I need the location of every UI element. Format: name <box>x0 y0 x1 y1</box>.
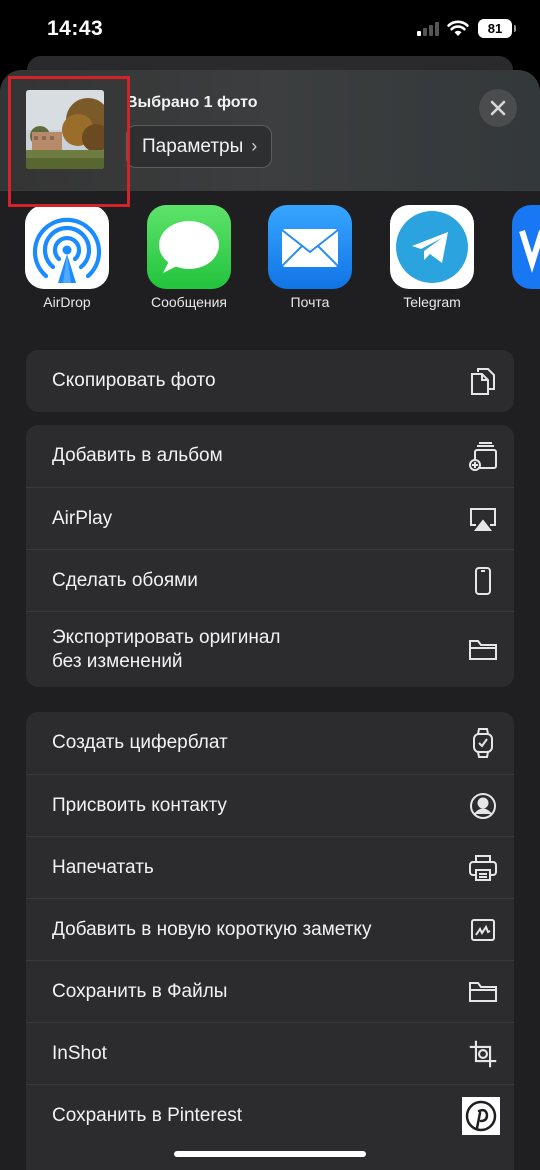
messages-icon <box>147 205 231 289</box>
wifi-icon <box>447 20 469 36</box>
action-label: InShot <box>52 1042 107 1064</box>
share-apps-row: AirDrop Сообщения Почта Telegram <box>0 191 540 347</box>
action-export-original[interactable]: Экспортировать оригинал без изменений <box>26 611 514 687</box>
actions-group-album: Добавить в альбом AirPlay Сделать обоями <box>26 425 514 687</box>
options-button[interactable]: Параметры › <box>126 125 273 168</box>
app-icon-partial <box>512 205 540 289</box>
action-create-watch-face[interactable]: Создать циферблат <box>26 712 514 774</box>
cellular-signal-icon <box>417 22 441 36</box>
telegram-icon <box>390 205 474 289</box>
status-time: 14:43 <box>47 17 104 40</box>
inshot-icon <box>468 1039 498 1069</box>
action-label: Добавить в новую короткую заметку <box>52 918 372 940</box>
close-icon <box>490 100 506 116</box>
action-label: Сохранить в Файлы <box>52 980 228 1002</box>
action-label: Сделать обоями <box>52 569 198 591</box>
app-label: AirDrop <box>43 294 91 310</box>
options-button-label: Параметры <box>142 135 244 157</box>
actions-group-more: Создать циферблат Присвоить контакту Нап… <box>26 712 514 1170</box>
contact-icon <box>468 791 498 821</box>
app-messages[interactable]: Сообщения <box>134 205 244 310</box>
pinterest-icon <box>462 1096 500 1135</box>
action-inshot[interactable]: InShot <box>26 1022 514 1084</box>
action-assign-to-contact[interactable]: Присвоить контакту <box>26 774 514 836</box>
action-save-to-pinterest[interactable]: Сохранить в Pinterest <box>26 1084 514 1146</box>
chevron-right-icon: › <box>251 136 258 156</box>
selection-title: Выбрано 1 фото <box>126 94 258 111</box>
airplay-icon <box>468 504 498 534</box>
action-label: Создать циферблат <box>52 732 228 753</box>
printer-icon <box>468 853 498 883</box>
actions-group-copy: Скопировать фото <box>26 350 514 412</box>
action-label-line1: Экспортировать оригинал <box>52 626 281 648</box>
folder-icon <box>468 977 498 1007</box>
action-label: Сохранить в Pinterest <box>52 1104 243 1126</box>
action-label: Скопировать фото <box>52 370 216 391</box>
quick-note-icon <box>468 915 498 945</box>
app-telegram[interactable]: Telegram <box>377 205 487 310</box>
action-label: AirPlay <box>52 507 113 529</box>
action-set-wallpaper[interactable]: Сделать обоями <box>26 549 514 611</box>
app-label: Telegram <box>403 294 461 310</box>
action-copy-photo[interactable]: Скопировать фото <box>26 350 514 412</box>
watch-icon <box>468 728 498 758</box>
status-bar: 14:43 81 <box>0 0 540 58</box>
close-button[interactable] <box>479 89 517 127</box>
battery-indicator: 81 <box>478 19 516 38</box>
mail-icon <box>268 205 352 289</box>
copy-icon <box>468 366 498 396</box>
app-mail[interactable]: Почта <box>255 205 365 310</box>
phone-icon <box>468 566 498 596</box>
action-save-to-files[interactable]: Сохранить в Файлы <box>26 960 514 1022</box>
app-airdrop[interactable]: AirDrop <box>12 205 122 310</box>
airdrop-highlight-box <box>8 76 130 207</box>
action-print[interactable]: Напечатать <box>26 836 514 898</box>
action-add-to-album[interactable]: Добавить в альбом <box>26 425 514 487</box>
action-add-quick-note[interactable]: Добавить в новую короткую заметку <box>26 898 514 960</box>
app-label: Сообщения <box>151 294 227 310</box>
action-label: Присвоить контакту <box>52 794 227 816</box>
action-airplay[interactable]: AirPlay <box>26 487 514 549</box>
action-label: Добавить в альбом <box>52 445 223 466</box>
action-label-line2: без изменений <box>52 650 183 672</box>
airdrop-icon <box>25 205 109 289</box>
home-indicator[interactable] <box>174 1151 366 1157</box>
app-partial[interactable] <box>499 205 540 289</box>
add-to-album-icon <box>468 441 498 471</box>
app-label: Почта <box>290 294 330 310</box>
folder-icon <box>468 635 498 665</box>
action-label: Напечатать <box>52 856 154 878</box>
